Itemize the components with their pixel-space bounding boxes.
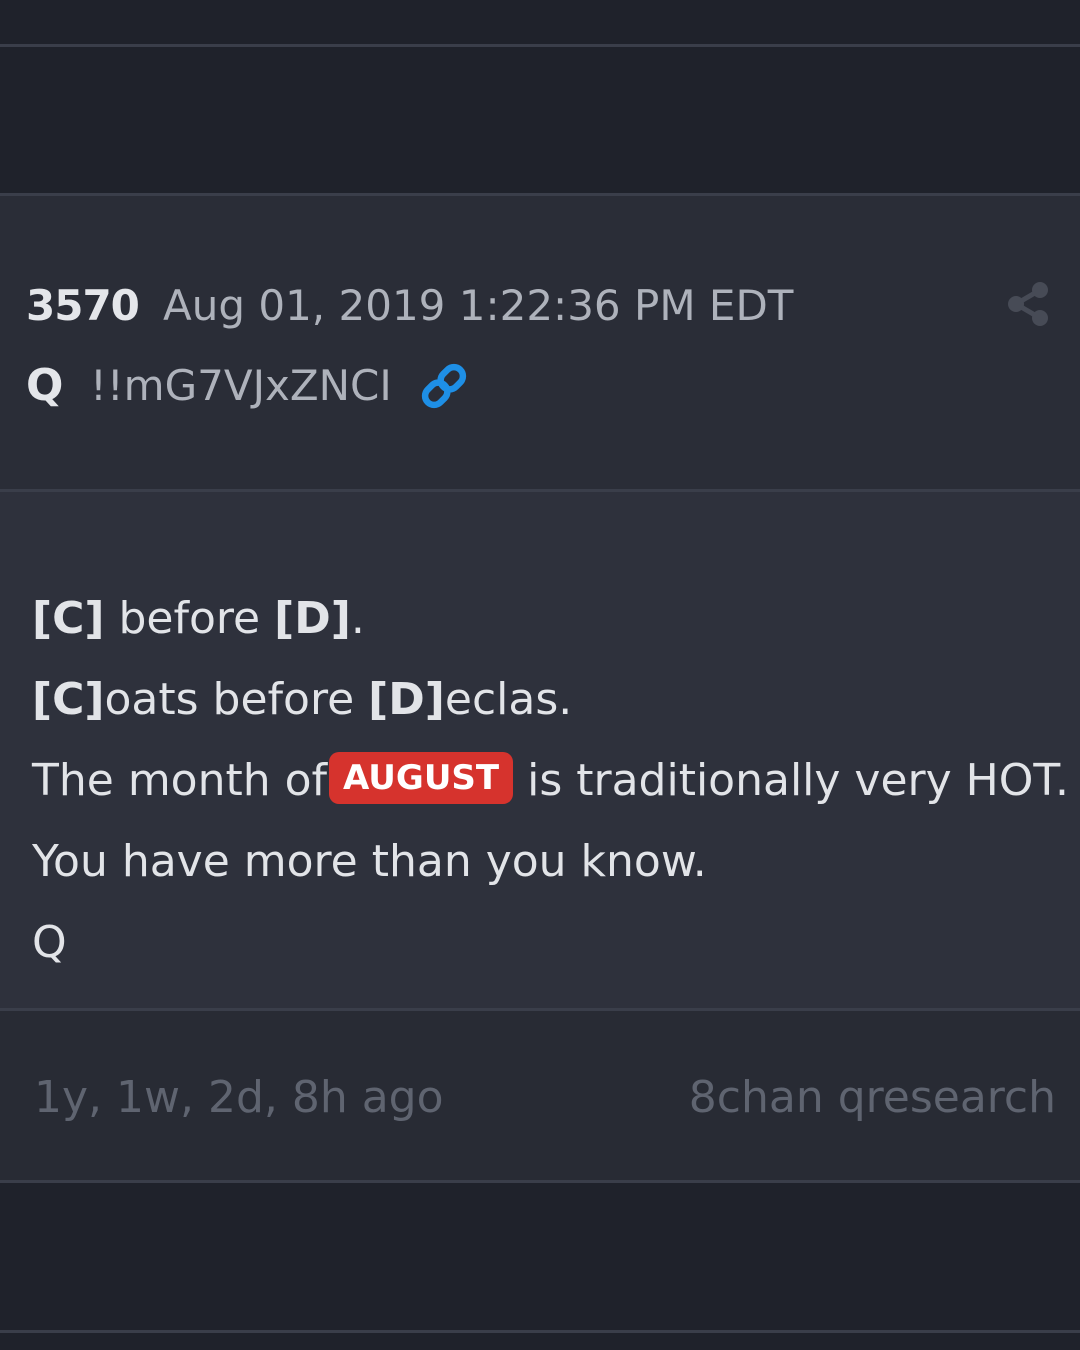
highlight-badge: AUGUST [329, 752, 514, 804]
author-name: Q [26, 360, 64, 411]
bold-text: [D] [274, 593, 351, 644]
post-date: Aug 01, 2019 1:22:36 PM EDT [163, 281, 794, 330]
message-line: [C] before [D]. [32, 578, 1072, 659]
post-number: 3570 [26, 281, 140, 330]
message-line: You have more than you know. [32, 836, 707, 887]
post-message: [C] before [D]. [C]oats before [D]eclas.… [32, 578, 1072, 983]
message-text: eclas. [444, 674, 573, 725]
message-signature: Q [32, 917, 67, 968]
bold-text: [C] [32, 674, 105, 725]
author-tripcode: !!mG7VJxZNCI [90, 361, 392, 410]
message-line: The month of AUGUST is traditionally very … [32, 740, 1072, 821]
message-text: The month of [32, 755, 328, 806]
post-age: 1y, 1w, 2d, 8h ago [34, 1072, 444, 1123]
share-icon[interactable] [1004, 280, 1052, 328]
message-text: before [104, 593, 275, 644]
post-header [0, 196, 1080, 490]
divider [0, 44, 1080, 47]
post-source: 8chan qresearch [688, 1072, 1056, 1123]
message-line: [C]oats before [D]eclas. [32, 659, 1072, 740]
qpost-screen: 3570 Aug 01, 2019 1:22:36 PM EDT Q !!mG7… [0, 0, 1080, 1350]
link-icon[interactable] [418, 360, 470, 412]
message-text: oats before [104, 674, 369, 725]
bold-text: [D] [368, 674, 445, 725]
message-text: is traditionally very HOT. [527, 755, 1070, 806]
divider [0, 1180, 1080, 1183]
message-text: . [350, 593, 365, 644]
bold-text: [C] [32, 593, 105, 644]
divider [0, 1330, 1080, 1333]
